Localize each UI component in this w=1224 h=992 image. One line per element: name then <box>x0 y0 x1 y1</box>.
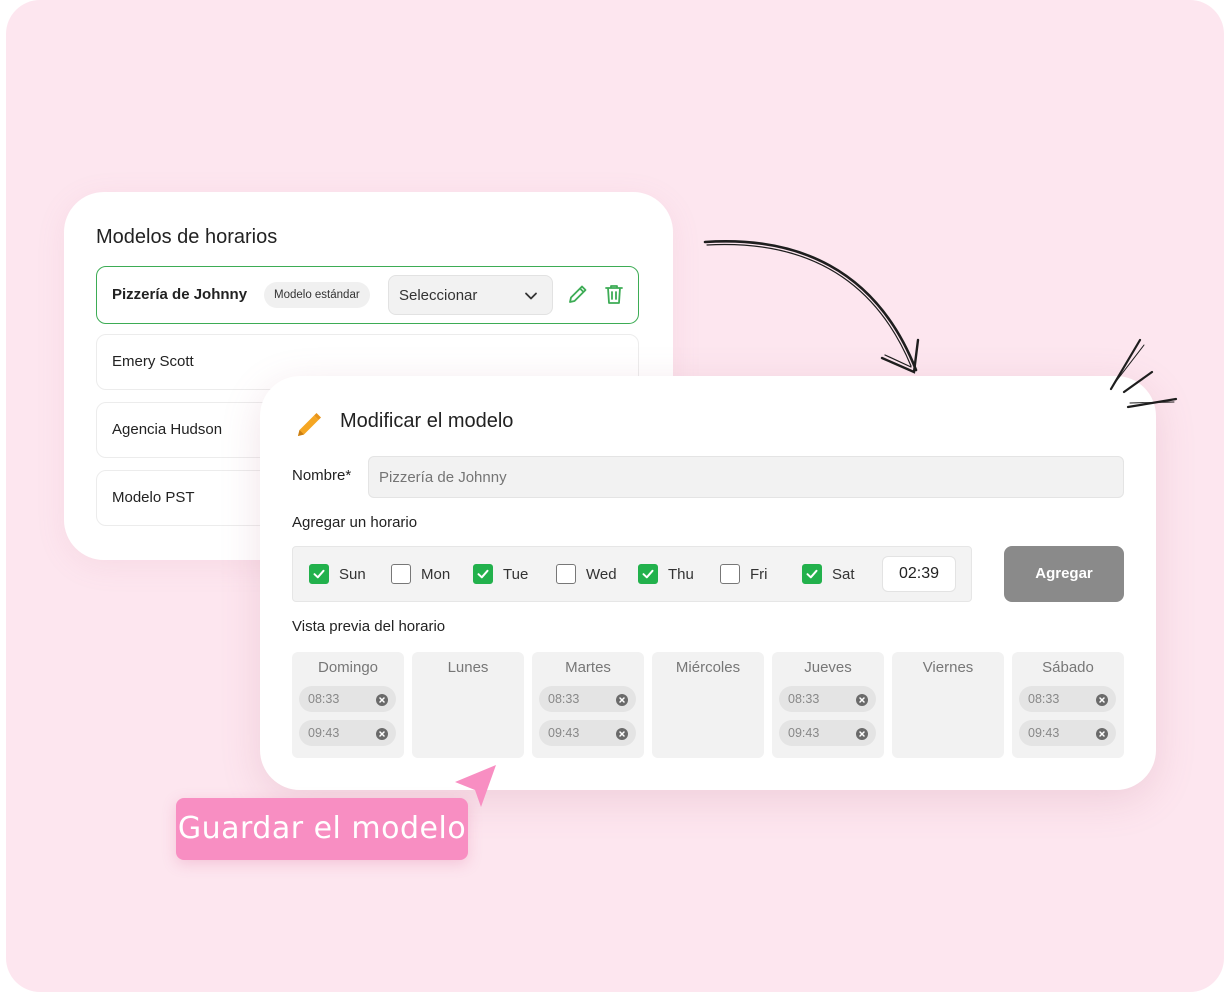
chevron-down-icon <box>525 292 537 300</box>
day-column-tuesday: Martes 08:33 09:43 <box>532 652 644 758</box>
remove-circle-icon[interactable] <box>616 693 628 711</box>
remove-circle-icon[interactable] <box>856 693 868 711</box>
day-checkbox-tue[interactable]: Tue <box>473 563 528 585</box>
add-button[interactable]: Agregar <box>1004 546 1124 602</box>
time-input[interactable]: 02:39 <box>882 556 956 592</box>
time-value: 08:33 <box>788 692 820 706</box>
day-checkbox-sun[interactable]: Sun <box>309 563 366 585</box>
add-schedule-label: Agregar un horario <box>292 514 418 531</box>
time-chip: 08:33 <box>1019 686 1116 712</box>
time-chip: 09:43 <box>539 720 636 746</box>
pencil-icon[interactable] <box>567 283 589 305</box>
remove-circle-icon[interactable] <box>1096 693 1108 711</box>
page-background: Modelos de horarios Pizzería de Johnny M… <box>6 0 1224 992</box>
day-column-monday: Lunes <box>412 652 524 758</box>
edit-model-card: Modificar el modelo Nombre* Agregar un h… <box>260 376 1156 790</box>
time-value: 08:33 <box>548 692 580 706</box>
time-chip: 09:43 <box>299 720 396 746</box>
remove-circle-icon[interactable] <box>376 727 388 745</box>
day-column-friday: Viernes <box>892 652 1004 758</box>
model-name: Emery Scott <box>112 353 194 370</box>
day-name: Domingo <box>317 659 379 676</box>
time-value: 09:43 <box>1028 726 1060 740</box>
day-label: Sat <box>832 565 855 583</box>
model-name: Agencia Hudson <box>112 421 223 438</box>
checkbox-icon <box>309 564 329 584</box>
day-name: Sábado <box>1042 659 1094 676</box>
trash-icon[interactable] <box>603 283 625 305</box>
model-action-select[interactable]: Seleccionar <box>388 275 553 315</box>
time-chip: 08:33 <box>779 686 876 712</box>
callout-text: Guardar el modelo <box>177 811 467 846</box>
time-chip: 08:33 <box>539 686 636 712</box>
model-name: Pizzería de Johnny <box>112 286 248 303</box>
checkbox-icon <box>720 564 740 584</box>
day-label: Wed <box>586 565 617 583</box>
time-value: 08:33 <box>308 692 340 706</box>
time-chip: 09:43 <box>1019 720 1116 746</box>
checkbox-icon <box>391 564 411 584</box>
time-value: 09:43 <box>788 726 820 740</box>
day-column-sunday: Domingo 08:33 09:43 <box>292 652 404 758</box>
day-checkbox-mon[interactable]: Mon <box>391 563 450 585</box>
name-label: Nombre* <box>292 467 352 484</box>
day-name: Viernes <box>922 659 974 676</box>
day-name: Lunes <box>447 659 489 676</box>
model-row-selected[interactable]: Pizzería de Johnny Modelo estándar Selec… <box>96 266 639 324</box>
time-value: 08:33 <box>1028 692 1060 706</box>
name-input[interactable] <box>368 456 1124 498</box>
day-checkbox-thu[interactable]: Thu <box>638 563 694 585</box>
time-chip: 08:33 <box>299 686 396 712</box>
edit-model-title: Modificar el modelo <box>340 410 514 432</box>
remove-circle-icon[interactable] <box>856 727 868 745</box>
checkbox-icon <box>473 564 493 584</box>
pencil-icon <box>298 413 321 436</box>
day-label: Sun <box>339 565 366 583</box>
days-selector: Sun Mon Tue Wed Thu Fri Sat 02:39 <box>292 546 972 602</box>
select-value: Seleccionar <box>399 287 478 304</box>
standard-model-badge: Modelo estándar <box>264 282 370 308</box>
hand-drawn-arrow-icon <box>703 240 920 374</box>
schedule-preview-label: Vista previa del horario <box>292 618 446 635</box>
day-label: Thu <box>668 565 694 583</box>
day-label: Mon <box>421 565 451 583</box>
day-checkbox-fri[interactable]: Fri <box>720 563 768 585</box>
checkbox-icon <box>638 564 658 584</box>
day-column-wednesday: Miércoles <box>652 652 764 758</box>
day-label: Tue <box>503 565 529 583</box>
model-name: Modelo PST <box>112 489 195 506</box>
checkbox-icon <box>556 564 576 584</box>
time-value: 09:43 <box>548 726 580 740</box>
day-name: Jueves <box>804 659 852 676</box>
time-value: 09:43 <box>308 726 340 740</box>
time-chip: 09:43 <box>779 720 876 746</box>
day-checkbox-wed[interactable]: Wed <box>556 563 617 585</box>
day-checkbox-sat[interactable]: Sat <box>802 563 855 585</box>
day-column-thursday: Jueves 08:33 09:43 <box>772 652 884 758</box>
remove-circle-icon[interactable] <box>376 693 388 711</box>
save-model-callout: Guardar el modelo <box>176 798 468 860</box>
day-column-saturday: Sábado 08:33 09:43 <box>1012 652 1124 758</box>
checkbox-icon <box>802 564 822 584</box>
day-name: Miércoles <box>675 659 741 676</box>
day-label: Fri <box>750 565 768 583</box>
day-name: Martes <box>565 659 611 676</box>
remove-circle-icon[interactable] <box>1096 727 1108 745</box>
remove-circle-icon[interactable] <box>616 727 628 745</box>
models-title: Modelos de horarios <box>96 226 278 248</box>
